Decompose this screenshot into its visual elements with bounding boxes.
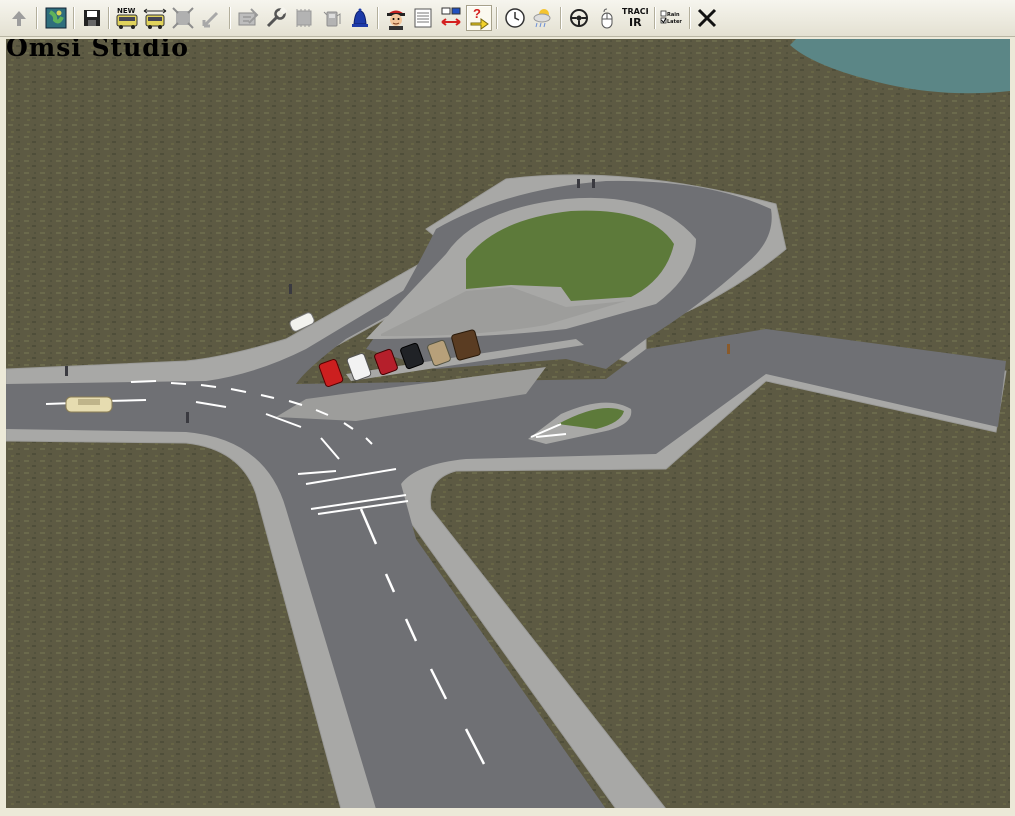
mouse-icon[interactable] <box>594 5 620 31</box>
wrench-icon[interactable] <box>263 5 289 31</box>
bell-icon[interactable] <box>347 5 373 31</box>
svg-text:Rain: Rain <box>667 12 680 18</box>
toolbar-separator <box>560 7 562 29</box>
app-title: Omsi Studio <box>6 39 189 62</box>
toolbar-separator <box>229 7 231 29</box>
toolbar: NEW ? TRAC IR Rain Later <box>0 0 1015 37</box>
bus-resize-icon[interactable] <box>142 5 168 31</box>
toolbar-separator <box>73 7 75 29</box>
close-icon[interactable] <box>694 5 720 31</box>
save-icon[interactable] <box>79 5 105 31</box>
new-bus-icon[interactable]: NEW <box>114 5 140 31</box>
fuel-icon[interactable] <box>319 5 345 31</box>
toolbar-separator <box>689 7 691 29</box>
track-ir-icon[interactable]: TRACKIR <box>622 5 648 31</box>
driver-icon[interactable] <box>383 5 409 31</box>
svg-text:TRACK: TRACK <box>622 7 648 16</box>
map-icon[interactable] <box>43 5 69 31</box>
svg-text:IR: IR <box>629 16 642 29</box>
toolbar-separator <box>108 7 110 29</box>
steering-wheel-icon[interactable] <box>566 5 592 31</box>
bus-settings-icon[interactable] <box>235 5 261 31</box>
weather-icon[interactable] <box>530 5 556 31</box>
svg-text:?: ? <box>473 6 481 21</box>
chip-icon[interactable] <box>291 5 317 31</box>
clock-icon[interactable] <box>502 5 528 31</box>
fit-view-icon[interactable] <box>170 5 196 31</box>
checkbox-toggle-icon[interactable]: Rain Later <box>659 5 685 31</box>
map-scene[interactable] <box>6 39 1010 808</box>
toolbar-separator <box>654 7 656 29</box>
swap-icon[interactable] <box>438 5 464 31</box>
help-icon[interactable]: ? <box>466 5 492 31</box>
up-arrow-icon[interactable] <box>6 5 32 31</box>
svg-text:NEW: NEW <box>117 7 136 15</box>
pointer-icon[interactable] <box>198 5 224 31</box>
svg-text:Later: Later <box>667 19 682 25</box>
toolbar-separator <box>496 7 498 29</box>
toolbar-separator <box>377 7 379 29</box>
toolbar-separator <box>36 7 38 29</box>
3d-viewport[interactable]: Omsi Studio <box>6 39 1010 808</box>
timetable-icon[interactable] <box>410 5 436 31</box>
car-beige <box>65 396 113 413</box>
